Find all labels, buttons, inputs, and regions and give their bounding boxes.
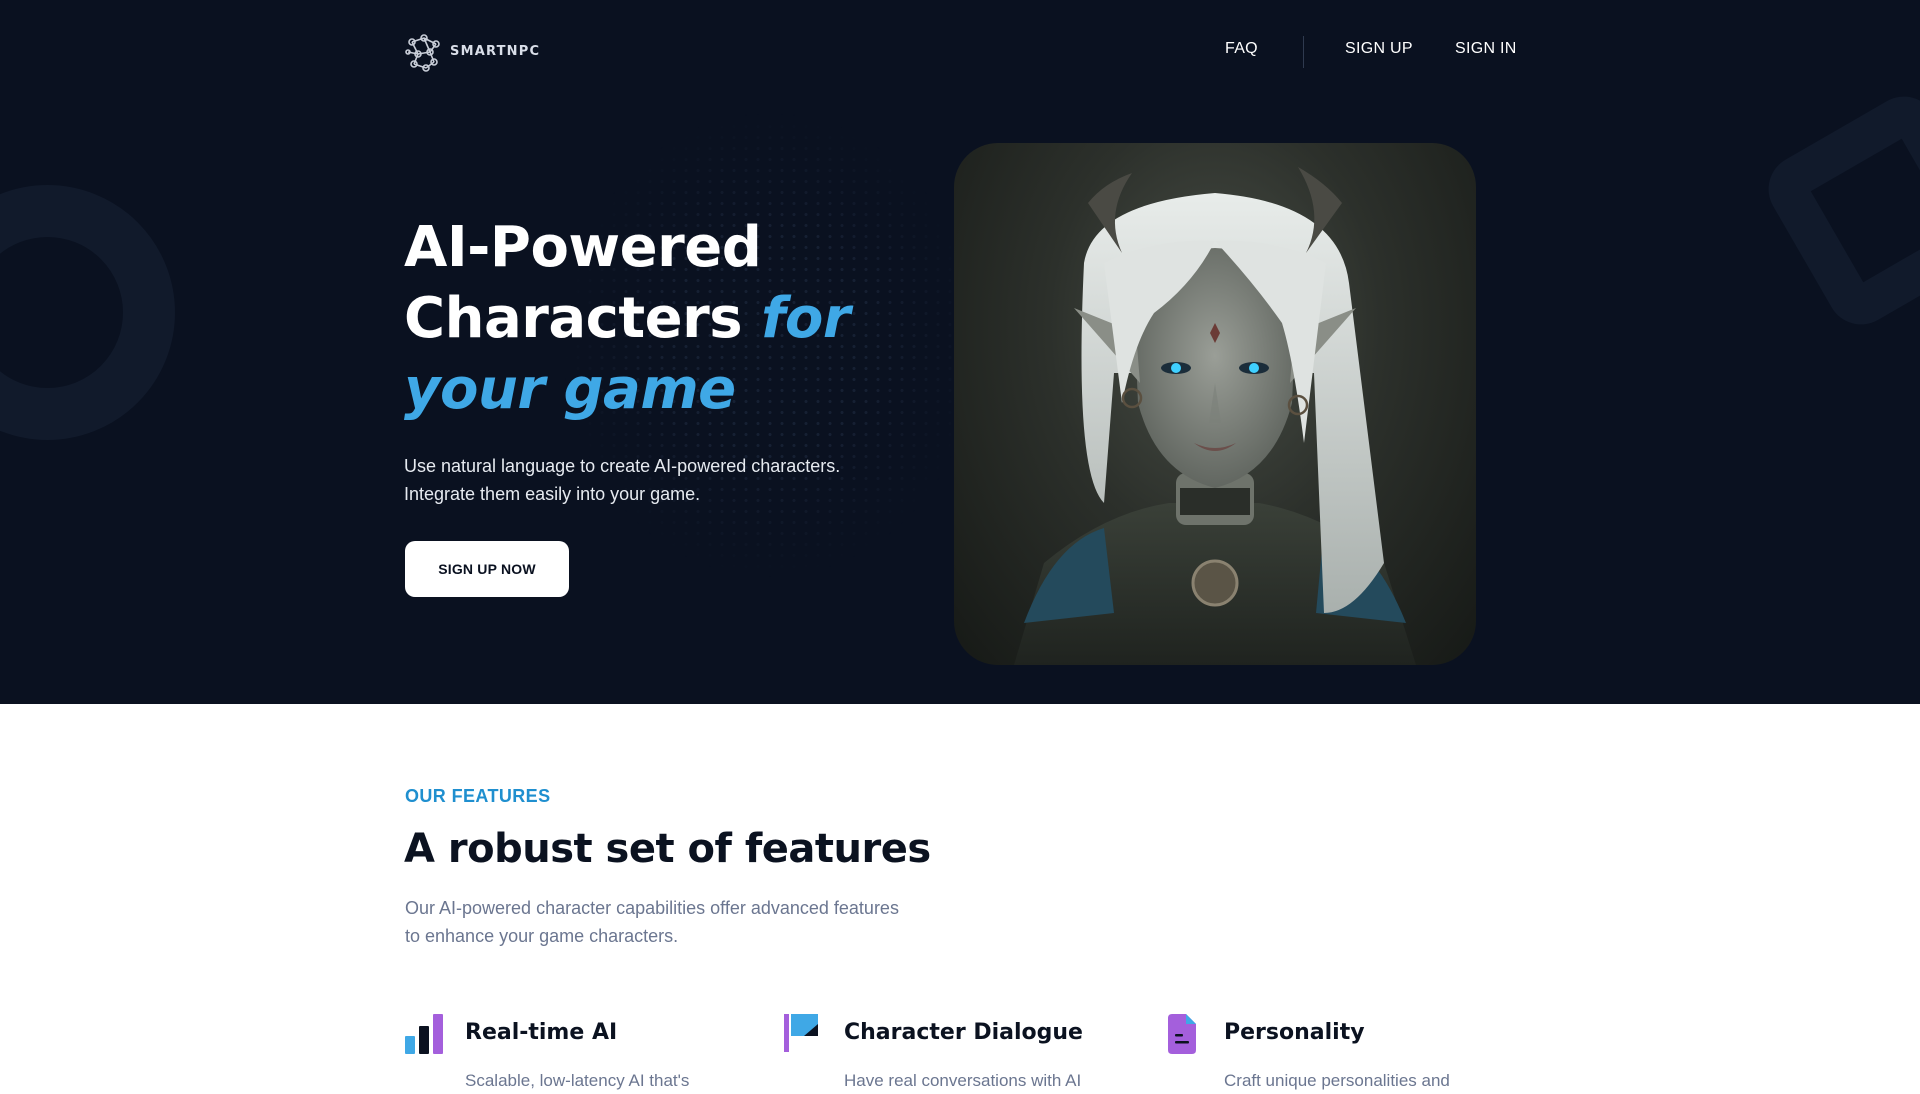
feature-title: Character Dialogue [844, 1020, 1083, 1045]
features-subtitle-line1: Our AI-powered character capabilities of… [405, 898, 899, 918]
feature-title: Personality [1224, 1020, 1365, 1045]
features-title: A robust set of features [404, 826, 931, 872]
feature-description: Have real conversations with AI [844, 1071, 1082, 1090]
hero-section: SMARTNPC FAQ SIGN UP SIGN IN AI-Powered … [0, 0, 1920, 704]
nav-links: FAQ SIGN UP SIGN IN [1200, 36, 1520, 68]
hero-subtitle-line2: Integrate them easily into your game. [404, 484, 701, 504]
features-subtitle: Our AI-powered character capabilities of… [405, 894, 965, 950]
feature-title: Real-time AI [465, 1020, 618, 1045]
nav-divider [1303, 36, 1304, 68]
feature-description: Scalable, low-latency AI that's [465, 1071, 690, 1090]
features-eyebrow: OUR FEATURES [405, 786, 551, 806]
document-icon [1168, 1014, 1196, 1054]
decorative-square [1756, 84, 1920, 337]
decorative-ring [0, 185, 175, 440]
bar-chart-icon [405, 1014, 443, 1054]
hero-title-accent-your-game: your game [404, 357, 736, 422]
nav-faq-link[interactable]: FAQ [1225, 40, 1258, 58]
hero-title-line2: Characters [404, 286, 743, 351]
hero-title-accent-for: for [761, 286, 851, 351]
features-subtitle-line2: to enhance your game characters. [405, 926, 679, 946]
hero-subtitle-line1: Use natural language to create AI-powere… [404, 456, 841, 476]
elf-character-image [1014, 167, 1416, 665]
sign-up-now-button[interactable]: SIGN UP NOW [405, 541, 569, 597]
nav-sign-in-link[interactable]: SIGN IN [1455, 40, 1517, 58]
network-logo-icon [405, 34, 440, 72]
features-section: OUR FEATURES A robust set of features Ou… [0, 704, 1920, 1090]
nav-sign-up-link[interactable]: SIGN UP [1345, 40, 1413, 58]
flag-icon [784, 1014, 818, 1052]
logo[interactable]: SMARTNPC [404, 30, 540, 72]
logo-text: SMARTNPC [450, 43, 541, 59]
hero-character-portrait [954, 143, 1476, 665]
hero-subtitle: Use natural language to create AI-powere… [404, 452, 904, 508]
feature-description: Craft unique personalities and [1224, 1071, 1450, 1090]
hero-title: AI-Powered Characters for your game [404, 212, 924, 425]
hero-title-line1: AI-Powered [404, 215, 762, 280]
top-nav: SMARTNPC FAQ SIGN UP SIGN IN [0, 0, 1920, 104]
